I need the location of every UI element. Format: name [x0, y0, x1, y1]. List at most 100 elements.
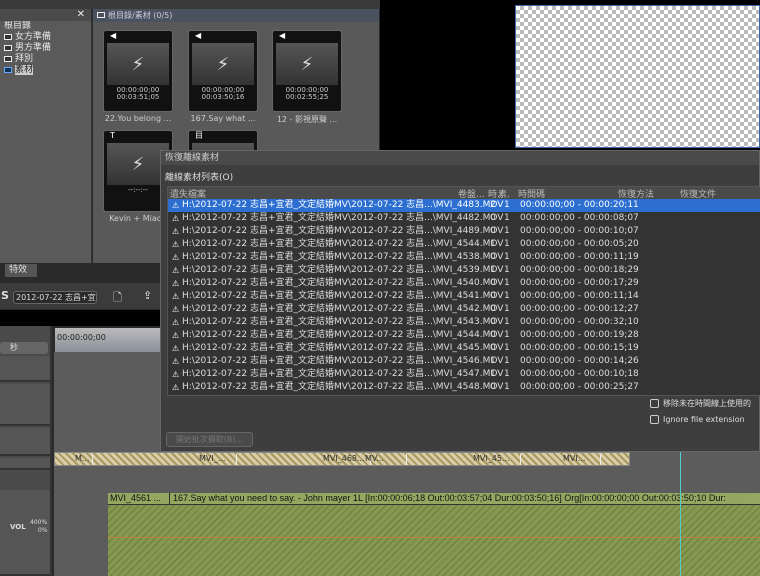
- bin-tree-panel: ✕ 根目錄 女方準備 男方準備 拜別 素材: [0, 9, 92, 263]
- clip-count: 1: [504, 382, 510, 392]
- table-row[interactable]: ⚠ H:\2012-07-22 志昌+宜君_文定結婚MV\2012-07-22 …: [168, 212, 760, 225]
- tree-root[interactable]: 根目錄: [0, 21, 91, 32]
- file-path: H:\2012-07-22 志昌+宜君_文定結婚MV\2012-07-22 志昌…: [182, 304, 504, 314]
- file-path: H:\2012-07-22 志昌+宜君_文定結婚MV\2012-07-22 志昌…: [182, 213, 504, 223]
- table-row[interactable]: ⚠ H:\2012-07-22 志昌+宜君_文定結婚MV\2012-07-22 …: [168, 251, 760, 264]
- file-path: H:\2012-07-22 志昌+宜君_文定結婚MV\2012-07-22 志昌…: [182, 343, 504, 353]
- timecode: 00:00:00;00 - 00:00:08;07: [520, 213, 639, 223]
- file-path: H:\2012-07-22 志昌+宜君_文定結婚MV\2012-07-22 志昌…: [182, 369, 504, 379]
- offline-file-icon: ⚠: [172, 214, 180, 223]
- clip-thumbnail[interactable]: ◀ ⚡ 00:00:00;00 00:02:55;25: [272, 30, 342, 112]
- new-file-icon[interactable]: 🗋: [113, 289, 122, 308]
- restore-offline-clips-dialog: 恢復離線素材 離線素材列表(O) 遺失檔案 卷盤... 時. 素. 時間碼 恢復方法 恢復文…: [160, 150, 760, 452]
- track-header-2v[interactable]: [0, 428, 50, 456]
- track-header-1v[interactable]: [0, 356, 50, 382]
- sequence-dropdown[interactable]: 2012-07-22 志昌+宜...: [13, 291, 97, 304]
- vol-max: 400%: [30, 519, 48, 526]
- table-row[interactable]: ⚠ H:\2012-07-22 志昌+宜君_文定結婚MV\2012-07-22 …: [168, 290, 760, 303]
- reel-count: 0: [490, 330, 496, 340]
- file-path: H:\2012-07-22 志昌+宜君_文定結婚MV\2012-07-22 志昌…: [182, 317, 504, 327]
- clip-type-icon: ◀: [110, 31, 117, 40]
- track-header-1a[interactable]: [0, 384, 50, 426]
- export-icon[interactable]: ⇪: [143, 289, 152, 302]
- track-headers: 秒 VOL 400% 0%: [0, 326, 52, 576]
- timecode: 00:00:00;00 - 00:00:14;26: [520, 356, 639, 366]
- clip-count: 1: [504, 213, 510, 223]
- tree-item[interactable]: 拜別: [0, 54, 91, 65]
- offline-file-icon: ⚠: [172, 240, 180, 249]
- table-row[interactable]: ⚠ H:\2012-07-22 志昌+宜君_文定結婚MV\2012-07-22 …: [168, 329, 760, 342]
- batch-capture-button[interactable]: 開始批次擷取(B)...: [166, 432, 253, 447]
- clip-count: 1: [504, 356, 510, 366]
- ignore-extension-checkbox[interactable]: [650, 415, 659, 424]
- timecode: 00:00:00;00 - 00:00:17;29: [520, 278, 639, 288]
- tree-item[interactable]: 男方準備: [0, 43, 91, 54]
- video-clip[interactable]: M...: [73, 454, 93, 465]
- clip-label: 22.You belong ...: [104, 114, 172, 123]
- track-header-audio[interactable]: VOL 400% 0%: [0, 490, 50, 576]
- audio-clip-b-label: 167.Say what you need to say. - John may…: [173, 493, 726, 503]
- video-clip[interactable]: MVI_...: [197, 454, 237, 465]
- clip-count: 1: [504, 330, 510, 340]
- table-row[interactable]: ⚠ H:\2012-07-22 志昌+宜君_文定結婚MV\2012-07-22 …: [168, 355, 760, 368]
- playhead[interactable]: [680, 440, 681, 576]
- clip-thumbnail[interactable]: ◀ ⚡ 00:00:00;00 00:03:50;16: [188, 30, 258, 112]
- offline-media-icon: ⚡: [276, 43, 338, 85]
- table-row[interactable]: ⚠ H:\2012-07-22 志昌+宜君_文定結婚MV\2012-07-22 …: [168, 342, 760, 355]
- folder-icon: [4, 33, 12, 40]
- audio-clip[interactable]: MVI_4561 ... 167.Say what you need to say…: [108, 493, 760, 576]
- video-clip[interactable]: MVI...: [561, 454, 601, 465]
- folder-icon: [97, 12, 105, 18]
- reel-count: 0: [490, 317, 496, 327]
- clip-label: 167.Say what ...: [190, 114, 256, 123]
- reel-count: 0: [490, 226, 496, 236]
- clip-type-icon: ◀: [195, 31, 202, 40]
- tree-item[interactable]: 女方準備: [0, 32, 91, 43]
- clip-thumbnail[interactable]: ◀ ⚡ 00:00:00;00 00:03:51;05: [103, 30, 173, 112]
- clip-count: 1: [504, 343, 510, 353]
- file-path: H:\2012-07-22 志昌+宜君_文定結婚MV\2012-07-22 志昌…: [182, 278, 504, 288]
- bin-path: 根目錄/素材 (0/5): [108, 11, 173, 20]
- table-row[interactable]: ⚠ H:\2012-07-22 志昌+宜君_文定結婚MV\2012-07-22 …: [168, 264, 760, 277]
- video-clip[interactable]: MV...: [363, 454, 407, 465]
- table-row[interactable]: ⚠ H:\2012-07-22 志昌+宜君_文定結婚MV\2012-07-22 …: [168, 238, 760, 251]
- remove-unused-checkbox[interactable]: [650, 399, 659, 408]
- ignore-extension-option[interactable]: Ignore file extension: [650, 415, 745, 424]
- reel-count: 0: [490, 278, 496, 288]
- track-header-t[interactable]: [0, 458, 50, 470]
- folder-icon: [4, 66, 12, 73]
- audio-clip-label-bar: MVI_4561 ... 167.Say what you need to say…: [108, 493, 760, 505]
- table-row[interactable]: ⚠ H:\2012-07-22 志昌+宜君_文定結婚MV\2012-07-22 …: [168, 225, 760, 238]
- offline-file-icon: ⚠: [172, 292, 180, 301]
- timecode: 00:00:00;00 - 00:00:20;11: [520, 200, 639, 210]
- vol-label: VOL: [10, 523, 26, 531]
- remove-unused-option[interactable]: 移除未在時間線上使用的: [650, 398, 751, 409]
- table-row[interactable]: ⚠ H:\2012-07-22 志昌+宜君_文定結婚MV\2012-07-22 …: [168, 368, 760, 381]
- clip-count: 1: [504, 291, 510, 301]
- clip-count: 1: [504, 317, 510, 327]
- table-row[interactable]: ⚠ H:\2012-07-22 志昌+宜君_文定結婚MV\2012-07-22 …: [168, 381, 760, 394]
- clip-label: 12 - 影視原聲 ...: [276, 115, 338, 124]
- video-clip[interactable]: MVI_45...: [471, 454, 521, 465]
- volume-envelope[interactable]: [108, 537, 760, 538]
- remove-unused-label: 移除未在時間線上使用的: [663, 399, 751, 408]
- close-icon[interactable]: ✕: [77, 9, 85, 20]
- main-toolbar: [0, 0, 380, 9]
- table-row[interactable]: ⚠ H:\2012-07-22 志昌+宜君_文定結婚MV\2012-07-22 …: [168, 277, 760, 290]
- clip-type-icon: ◀: [279, 31, 286, 40]
- time-unit-dropdown[interactable]: 秒: [0, 342, 48, 354]
- clip-count: 1: [504, 239, 510, 249]
- reel-count: 0: [490, 304, 496, 314]
- offline-clip-list[interactable]: 遺失檔案 卷盤... 時. 素. 時間碼 恢復方法 恢復文件 ⚠ H:\2012-07-22…: [167, 186, 760, 396]
- tree-item[interactable]: 素材: [0, 65, 91, 76]
- timeline-ruler[interactable]: 00:00:00;00: [55, 328, 165, 352]
- timecode: 00:00:00;00 - 00:00:10;18: [520, 369, 639, 379]
- table-row[interactable]: ⚠ H:\2012-07-22 志昌+宜君_文定結婚MV\2012-07-22 …: [168, 316, 760, 329]
- table-row[interactable]: ⚠ H:\2012-07-22 志昌+宜君_文定結婚MV\2012-07-22 …: [168, 303, 760, 316]
- tab-effects[interactable]: 特效: [5, 264, 37, 277]
- reel-count: 0: [490, 343, 496, 353]
- file-path: H:\2012-07-22 志昌+宜君_文定結婚MV\2012-07-22 志昌…: [182, 291, 504, 301]
- reel-count: 1: [490, 356, 496, 366]
- table-row[interactable]: ⚠ H:\2012-07-22 志昌+宜君_文定結婚MV\2012-07-22 …: [168, 199, 760, 212]
- reel-count: 0: [490, 213, 496, 223]
